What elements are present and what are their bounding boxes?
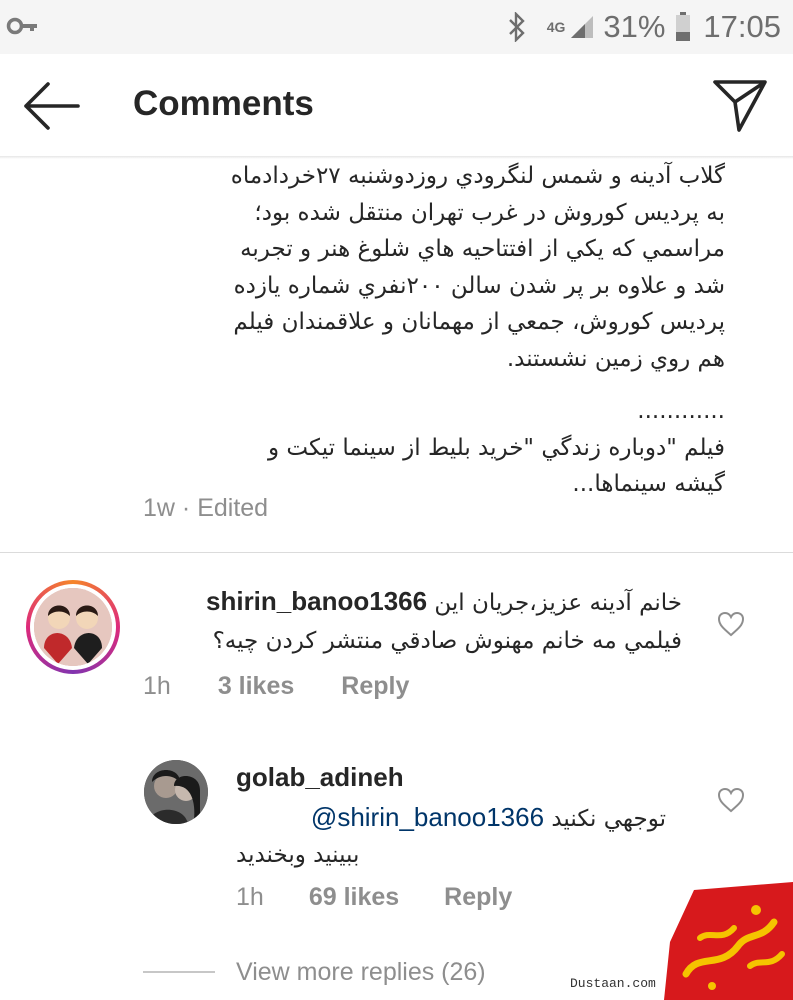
bluetooth-icon — [508, 12, 525, 42]
comment-text-line: فيلمي مه خانم مهنوش صادقي منتشر كردن چيه… — [212, 628, 682, 654]
mention-link[interactable]: @shirin_banoo1366 — [311, 802, 544, 832]
comment-text-line: خانم آدينه عزيز،جريان اين — [434, 590, 682, 616]
heart-icon[interactable] — [716, 786, 746, 814]
reply-text-line: توجهي نكنيد @shirin_banoo1366 — [236, 798, 666, 838]
caption-line: شد و علاوه بر پر شدن سالن ۲۰۰نفري شماره … — [233, 272, 725, 299]
comment-meta: 1h 3 likes Reply — [143, 672, 409, 701]
caption-time: 1w — [143, 494, 175, 522]
paper-plane-icon[interactable] — [711, 78, 769, 134]
caption-line: پرديس كوروش، جمعي از مهمانان و علاقمندان… — [233, 309, 725, 335]
battery-icon — [676, 12, 691, 41]
key-icon — [6, 17, 37, 35]
avatar-image — [144, 760, 208, 824]
likes-count[interactable]: 3 likes — [218, 672, 294, 701]
view-more-replies-button[interactable]: View more replies (26) — [236, 958, 486, 987]
edited-label: Edited — [197, 494, 269, 522]
reply-button[interactable]: Reply — [444, 883, 512, 912]
post-caption: گلاب آدينه و شمس لنگرودي روزدوشنبه ۲۷خرد… — [140, 158, 725, 503]
avatar[interactable] — [144, 760, 208, 824]
reply-time: 1h — [236, 883, 264, 911]
watermark-site: Dustaan.com — [566, 976, 660, 991]
network-type: 4G — [546, 19, 566, 35]
caption-line: به پرديس كوروش در غرب تهران منتقل شده بو… — [254, 199, 725, 226]
page-title: Comments — [133, 84, 314, 123]
reply-button[interactable]: Reply — [341, 672, 409, 701]
caption-line: هم روي زمين نشستند. — [506, 345, 725, 372]
status-bar: 4G 31% 17:05 — [0, 0, 793, 54]
reply-username[interactable]: golab_adineh — [236, 762, 404, 793]
comment-username[interactable]: shirin_banoo1366 — [206, 586, 427, 616]
meta-separator: · — [181, 494, 191, 522]
caption-line: فيلم "دوباره زندگي "خريد بليط از سينما ت… — [268, 434, 725, 461]
signal-icon — [571, 16, 594, 38]
caption-dots: ............ — [637, 398, 725, 424]
comment-time: 1h — [143, 672, 171, 700]
likes-count[interactable]: 69 likes — [309, 883, 399, 912]
comments-header: Comments — [0, 54, 793, 158]
caption-meta: 1w · Edited — [143, 494, 268, 523]
battery-percent: 31% — [603, 9, 666, 44]
magazine-logo-watermark — [664, 882, 793, 1000]
clock: 17:05 — [703, 9, 781, 44]
reply-text: توجهي نكنيد — [551, 806, 666, 832]
caption-line: گلاب آدينه و شمس لنگرودي روزدوشنبه ۲۷خرد… — [230, 163, 725, 189]
arrow-left-icon[interactable] — [20, 80, 82, 132]
divider — [0, 552, 793, 553]
comment-text: خانم آدينه عزيز،جريان اين shirin_banoo13… — [146, 582, 682, 660]
view-more-line — [143, 971, 215, 973]
heart-icon[interactable] — [716, 610, 746, 638]
avatar[interactable] — [26, 580, 120, 674]
reply-text-line: ببينيد وبخنديد — [236, 842, 360, 868]
caption-line: مراسمي كه يكي از افتتاحيه هاي شلوغ هنر و… — [240, 236, 725, 262]
reply-meta: 1h 69 likes Reply — [236, 883, 512, 912]
avatar-image — [34, 588, 112, 666]
